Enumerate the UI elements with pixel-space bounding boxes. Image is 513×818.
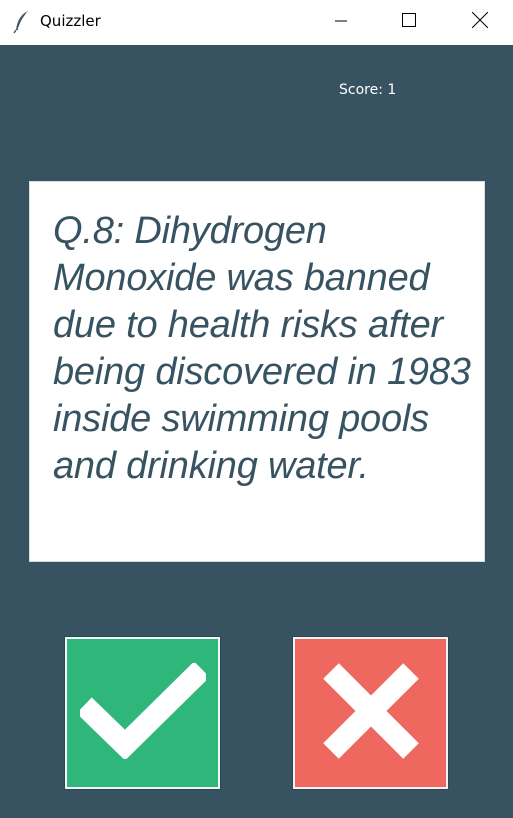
question-text: Q.8: Dihydrogen Monoxide was banned due …	[53, 210, 471, 487]
quizzler-window: Quizzler Score: 1 Q.8: Dihydrogen Monoxi…	[0, 0, 513, 818]
checkmark-icon	[75, 660, 210, 764]
minimize-button[interactable]	[318, 0, 364, 45]
window-title: Quizzler	[40, 12, 101, 30]
score-label: Score: 1	[339, 82, 397, 98]
maximize-button[interactable]	[386, 0, 432, 45]
feather-icon	[12, 10, 32, 34]
minimize-icon	[335, 14, 347, 32]
title-bar[interactable]: Quizzler	[0, 0, 513, 45]
close-button[interactable]	[457, 0, 503, 45]
false-button[interactable]	[293, 637, 448, 789]
true-button[interactable]	[65, 637, 220, 789]
question-card: Q.8: Dihydrogen Monoxide was banned due …	[29, 181, 485, 562]
close-icon	[471, 11, 489, 33]
cross-icon	[321, 661, 421, 766]
maximize-icon	[402, 13, 416, 32]
